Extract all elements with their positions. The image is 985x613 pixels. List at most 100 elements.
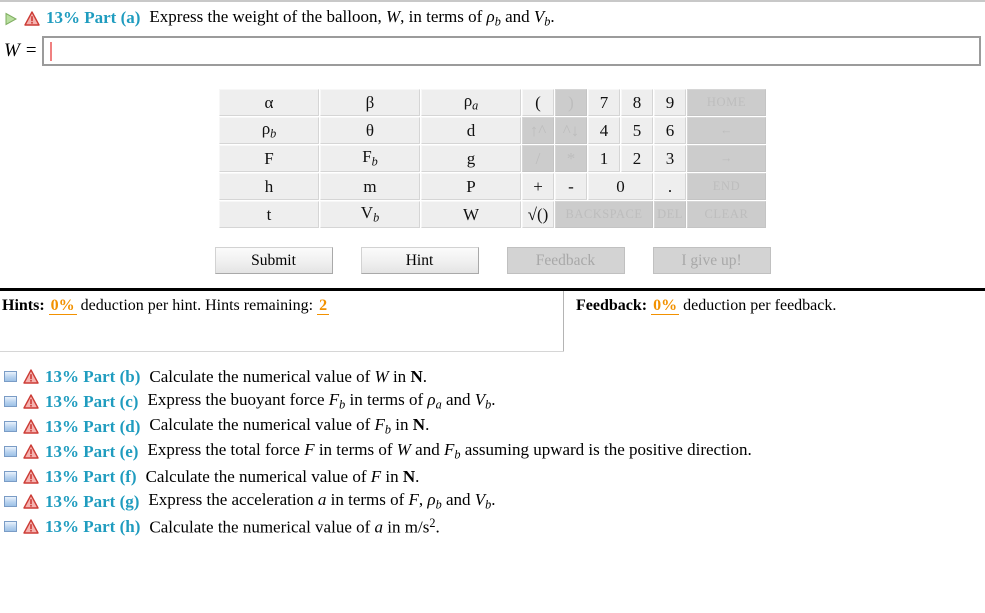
hints-remaining-count[interactable]: 2 <box>317 297 330 315</box>
key-7[interactable]: 7 <box>588 89 620 116</box>
expand-box-icon[interactable] <box>4 446 17 457</box>
key-label: θ <box>365 120 375 140</box>
hints-deduction-pct[interactable]: 0% <box>48 297 77 315</box>
active-part-label: 13% Part (a) <box>46 8 141 27</box>
key-F-b[interactable]: Fb <box>320 145 420 172</box>
parts-list: 13% Part (b) Calculate the numerical valu… <box>0 364 985 539</box>
answer-lhs-label: W = <box>4 40 38 61</box>
keypad-row: F Fb g / * 1 2 3 → <box>219 145 766 172</box>
key-label: 8 <box>632 92 642 112</box>
key-arrow-right: → <box>687 145 766 172</box>
keypad-row: ρb θ d ↑^ ^↓ 4 5 6 ← <box>219 117 766 144</box>
part-text: Calculate the numerical value of a in m/… <box>149 515 440 537</box>
key-label: / <box>535 148 541 168</box>
key-label: P <box>466 176 476 196</box>
part-text: Calculate the numerical value of Fb in N… <box>149 415 430 437</box>
key-label: d <box>466 120 476 140</box>
key-divide: / <box>522 145 554 172</box>
expand-box-icon[interactable] <box>4 471 17 482</box>
warning-triangle-icon <box>23 369 39 384</box>
expand-box-icon[interactable] <box>4 421 17 432</box>
hints-label: Hints: <box>2 297 45 314</box>
key-d[interactable]: d <box>421 117 521 144</box>
play-triangle-icon[interactable] <box>4 11 18 26</box>
key-label: ρ <box>261 119 271 139</box>
key-F[interactable]: F <box>219 145 319 172</box>
key-open-paren[interactable]: ( <box>522 89 554 116</box>
part-row[interactable]: 13% Part (g) Express the acceleration a i… <box>0 489 985 514</box>
hint-button[interactable]: Hint <box>360 247 479 274</box>
key-g[interactable]: g <box>421 145 521 172</box>
part-row[interactable]: 13% Part (f) Calculate the numerical valu… <box>0 464 985 489</box>
submit-button[interactable]: Submit <box>214 247 333 274</box>
key-plus[interactable]: + <box>522 173 554 200</box>
key-2[interactable]: 2 <box>621 145 653 172</box>
key-0[interactable]: 0 <box>588 173 653 200</box>
feedback-deduction-pct[interactable]: 0% <box>651 297 680 315</box>
part-row[interactable]: 13% Part (c) Express the buoyant force Fb… <box>0 389 985 414</box>
key-decimal[interactable]: . <box>654 173 686 200</box>
key-label: 4 <box>599 120 609 140</box>
key-m[interactable]: m <box>320 173 420 200</box>
key-label: W <box>462 204 480 224</box>
key-label: β <box>365 92 375 112</box>
key-label: 6 <box>665 120 675 140</box>
key-label: 7 <box>599 92 609 112</box>
part-text: Calculate the numerical value of F in N. <box>145 466 420 486</box>
key-5[interactable]: 5 <box>621 117 653 144</box>
part-text: Express the acceleration a in terms of F… <box>148 490 496 512</box>
key-clear: CLEAR <box>687 201 766 228</box>
action-buttons: Submit Hint Feedback I give up! <box>0 247 985 274</box>
key-6[interactable]: 6 <box>654 117 686 144</box>
key-label: CLEAR <box>704 207 749 221</box>
key-4[interactable]: 4 <box>588 117 620 144</box>
expand-box-icon[interactable] <box>4 396 17 407</box>
key-minus[interactable]: - <box>555 173 587 200</box>
part-row[interactable]: 13% Part (h) Calculate the numerical valu… <box>0 514 985 539</box>
part-label: 13% Part (e) <box>45 441 139 461</box>
button-label: Hint <box>405 251 434 269</box>
key-t[interactable]: t <box>219 201 319 228</box>
key-P[interactable]: P <box>421 173 521 200</box>
part-row[interactable]: 13% Part (d) Calculate the numerical valu… <box>0 414 985 439</box>
part-label: 13% Part (c) <box>45 391 139 411</box>
answer-input[interactable] <box>42 36 981 66</box>
key-alpha[interactable]: α <box>219 89 319 116</box>
key-label: 2 <box>632 148 642 168</box>
part-label: 13% Part (f) <box>45 466 137 486</box>
key-W[interactable]: W <box>421 201 521 228</box>
key-theta[interactable]: θ <box>320 117 420 144</box>
warning-triangle-icon <box>24 10 40 26</box>
key-sqrt[interactable]: √() <box>522 201 554 228</box>
key-subscript: b <box>270 126 277 141</box>
key-9[interactable]: 9 <box>654 89 686 116</box>
feedback-label: Feedback: <box>576 297 648 314</box>
key-label: h <box>264 176 274 196</box>
key-V-b[interactable]: Vb <box>320 201 420 228</box>
expand-box-icon[interactable] <box>4 521 17 532</box>
key-label: 0 <box>616 176 625 196</box>
key-label: END <box>712 179 741 193</box>
part-row[interactable]: 13% Part (b) Calculate the numerical valu… <box>0 364 985 389</box>
key-backspace: BACKSPACE <box>555 201 653 228</box>
expand-box-icon[interactable] <box>4 371 17 382</box>
key-1[interactable]: 1 <box>588 145 620 172</box>
key-8[interactable]: 8 <box>621 89 653 116</box>
feedback-button: Feedback <box>506 247 625 274</box>
key-label: + <box>533 176 543 196</box>
expand-box-icon[interactable] <box>4 496 17 507</box>
key-label: 1 <box>599 148 609 168</box>
part-label: 13% Part (d) <box>45 416 141 436</box>
key-label: t <box>266 204 272 224</box>
key-rho-a[interactable]: ρa <box>421 89 521 116</box>
key-exponent-up: ↑^ <box>522 117 554 144</box>
key-beta[interactable]: β <box>320 89 420 116</box>
key-h[interactable]: h <box>219 173 319 200</box>
feedback-cell: Feedback: 0% deduction per feedback. <box>564 291 985 352</box>
active-part-header: 13% Part (a) Express the weight of the b… <box>0 2 985 34</box>
key-rho-b[interactable]: ρb <box>219 117 319 144</box>
keypad-body: α β ρa() 7 8 9 HOME ρb θ d ↑^ ^↓ 4 5 6 ← F Fb g / * 1 2 3 → h m P + -… <box>219 89 766 228</box>
part-row[interactable]: 13% Part (e) Express the total force F in… <box>0 439 985 464</box>
key-label: ← <box>719 123 734 137</box>
key-3[interactable]: 3 <box>654 145 686 172</box>
